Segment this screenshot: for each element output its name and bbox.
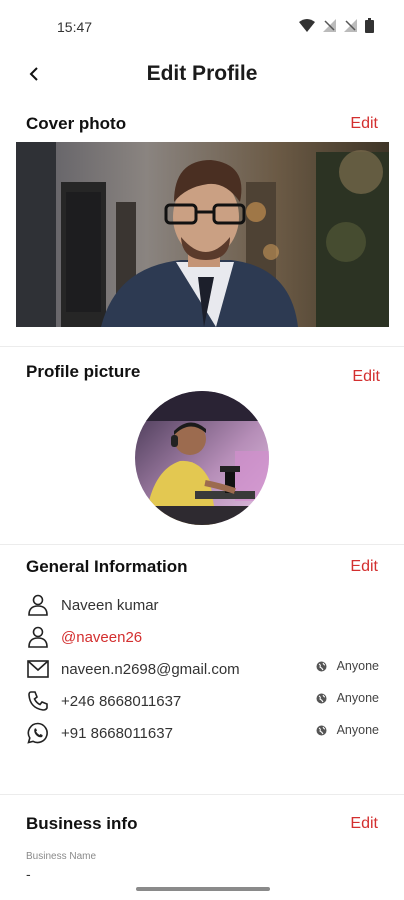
email-row: naveen.n2698@gmail.com Anyone bbox=[26, 656, 381, 682]
status-icons bbox=[299, 18, 374, 33]
business-name-value: - bbox=[26, 866, 31, 882]
section-divider bbox=[0, 346, 404, 347]
avatar[interactable] bbox=[135, 391, 269, 525]
name-row: Naveen kumar bbox=[26, 592, 381, 618]
whatsapp-visibility[interactable]: Anyone bbox=[316, 723, 379, 737]
globe-icon bbox=[316, 725, 327, 735]
user-icon bbox=[26, 625, 50, 649]
phone-row: +246 8668011637 Anyone bbox=[26, 688, 381, 714]
globe-icon bbox=[316, 693, 327, 703]
whatsapp-visibility-label: Anyone bbox=[336, 723, 379, 737]
phone-value: +246 8668011637 bbox=[61, 692, 182, 710]
app-bar: Edit Profile bbox=[0, 52, 404, 98]
whatsapp-value: +91 8668011637 bbox=[61, 724, 173, 742]
cover-photo[interactable] bbox=[16, 142, 389, 327]
cover-edit-button[interactable]: Edit bbox=[350, 115, 378, 133]
cover-photo-image bbox=[16, 142, 389, 327]
phone-visibility[interactable]: Anyone bbox=[316, 691, 379, 705]
avatar-image bbox=[135, 391, 269, 525]
wifi-icon bbox=[299, 19, 315, 32]
mail-icon bbox=[26, 657, 50, 681]
email-visibility[interactable]: Anyone bbox=[316, 659, 379, 673]
handle-value[interactable]: @naveen26 bbox=[61, 629, 142, 646]
general-info-edit-button[interactable]: Edit bbox=[350, 558, 378, 576]
status-time: 15:47 bbox=[57, 19, 93, 35]
email-value: naveen.n2698@gmail.com bbox=[61, 660, 240, 678]
general-info-title: General Information bbox=[26, 557, 188, 576]
phone-visibility-label: Anyone bbox=[336, 691, 379, 705]
profile-picture-edit-button[interactable]: Edit bbox=[352, 368, 380, 386]
page-title: Edit Profile bbox=[146, 62, 258, 85]
status-bar: 15:47 bbox=[0, 0, 404, 52]
section-divider bbox=[0, 544, 404, 545]
signal-icon bbox=[323, 19, 336, 32]
whatsapp-row: +91 8668011637 Anyone bbox=[26, 720, 381, 746]
handle-row: @naveen26 bbox=[26, 624, 381, 650]
profile-picture-title: Profile picture bbox=[26, 362, 141, 381]
home-indicator[interactable] bbox=[136, 887, 270, 891]
business-info-edit-button[interactable]: Edit bbox=[350, 815, 378, 833]
business-info-title: Business info bbox=[26, 814, 138, 833]
battery-icon bbox=[365, 18, 374, 33]
signal-icon bbox=[344, 19, 357, 32]
phone-icon bbox=[26, 689, 50, 713]
email-visibility-label: Anyone bbox=[336, 659, 379, 673]
section-divider bbox=[0, 794, 404, 795]
name-value: Naveen kumar bbox=[61, 596, 159, 614]
business-name-label: Business Name bbox=[26, 851, 97, 862]
user-icon bbox=[26, 593, 50, 617]
globe-icon bbox=[316, 661, 327, 671]
whatsapp-icon bbox=[26, 721, 50, 745]
cover-photo-title: Cover photo bbox=[26, 114, 127, 133]
